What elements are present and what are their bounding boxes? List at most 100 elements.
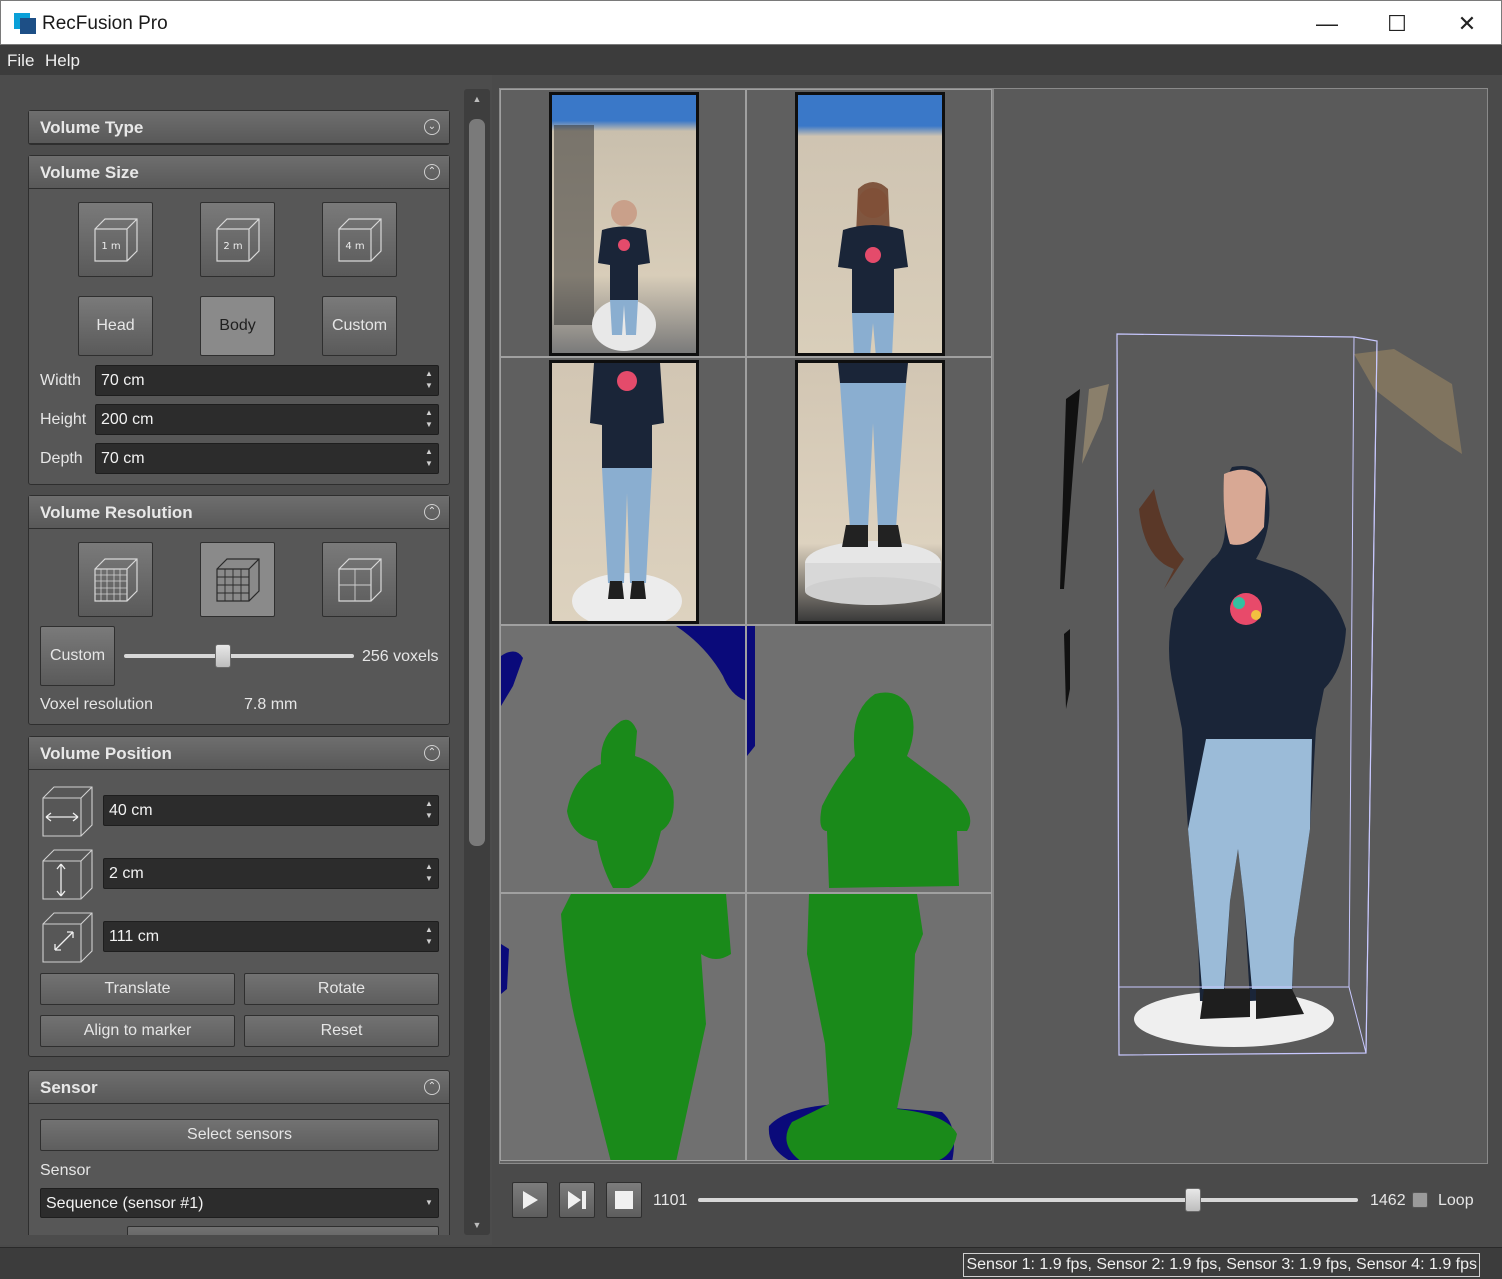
sensor-select-value: Sequence (sensor #1) (46, 1195, 204, 1212)
sensor-fps-status: Sensor 1: 1.9 fps, Sensor 2: 1.9 fps, Se… (963, 1253, 1480, 1277)
height-field[interactable]: 200 cm ▲ ▼ (95, 404, 439, 435)
position-y-value: 2 cm (109, 865, 144, 882)
preset-head-button[interactable]: Head (78, 296, 153, 356)
select-sensors-button[interactable]: Select sensors (40, 1119, 439, 1151)
color-view-sensor-3[interactable] (500, 357, 746, 625)
close-icon[interactable]: ✕ (1432, 1, 1502, 46)
reconstruction-scene (1060, 333, 1462, 1056)
width-label: Width (40, 372, 81, 389)
spin-arrows-icon[interactable]: ▲ ▼ (424, 861, 434, 885)
collapse-up-icon[interactable]: ⌃ (424, 1079, 440, 1095)
collapse-up-icon[interactable]: ⌃ (424, 164, 440, 180)
position-z-field[interactable]: 111 cm ▲ ▼ (103, 921, 439, 952)
stop-icon (615, 1191, 633, 1209)
color-view-sensor-4[interactable] (746, 357, 992, 625)
minimize-icon[interactable]: — (1292, 1, 1362, 46)
resolution-fine-button[interactable] (78, 542, 153, 617)
spin-arrows-icon[interactable]: ▲ ▼ (424, 368, 434, 392)
grid-medium-icon (215, 557, 260, 602)
resolution-medium-button[interactable] (200, 542, 275, 617)
group-title: Volume Position (40, 744, 172, 763)
depth-field[interactable]: 70 cm ▲ ▼ (95, 443, 439, 474)
preset-custom-button[interactable]: Custom (322, 296, 397, 356)
position-y-field[interactable]: 2 cm ▲ ▼ (103, 858, 439, 889)
step-forward-button[interactable] (559, 1182, 595, 1218)
resolution-slider-handle[interactable] (214, 644, 231, 668)
volume-resolution-header[interactable]: Volume Resolution ⌃ (29, 496, 449, 529)
group-title: Volume Resolution (40, 503, 193, 522)
grid-fine-icon (93, 557, 138, 602)
sensor-header[interactable]: Sensor ⌃ (29, 1071, 449, 1104)
loop-checkbox[interactable] (1412, 1192, 1428, 1208)
preset-body-button[interactable]: Body (200, 296, 275, 356)
expand-down-icon[interactable]: ⌄ (424, 119, 440, 135)
sensor-settings-button[interactable] (127, 1226, 439, 1235)
volume-type-header[interactable]: Volume Type ⌄ (29, 111, 449, 144)
cube-4m-icon: 4 m (337, 217, 382, 262)
translate-button[interactable]: Translate (40, 973, 235, 1005)
sensor-select[interactable]: Sequence (sensor #1) ▼ (40, 1188, 439, 1218)
sensor-group: Sensor ⌃ Select sensors Sensor Sequence … (28, 1070, 450, 1235)
chevron-down-icon: ▼ (425, 1198, 433, 1207)
volume-position-header[interactable]: Volume Position ⌃ (29, 737, 449, 770)
volume-resolution-group: Volume Resolution ⌃ Custom 256 voxels Vo… (28, 495, 450, 725)
spin-arrows-icon[interactable]: ▲ ▼ (424, 798, 434, 822)
resolution-coarse-button[interactable] (322, 542, 397, 617)
cube-1m-icon: 1 m (93, 217, 138, 262)
volume-type-group: Volume Type ⌄ (28, 110, 450, 145)
color-view-sensor-1[interactable] (500, 89, 746, 357)
position-z-value: 111 cm (109, 928, 160, 945)
window-title: RecFusion Pro (42, 13, 168, 34)
cube-4m-button[interactable]: 4 m (322, 202, 397, 277)
spin-arrows-icon[interactable]: ▲ ▼ (424, 446, 434, 470)
align-to-marker-button[interactable]: Align to marker (40, 1015, 235, 1047)
resolution-custom-button[interactable]: Custom (40, 626, 115, 686)
stop-button[interactable] (606, 1182, 642, 1218)
scroll-down-icon[interactable]: ▼ (464, 1215, 490, 1235)
status-bar: Sensor 1: 1.9 fps, Sensor 2: 1.9 fps, Se… (0, 1247, 1502, 1279)
maximize-icon[interactable]: ☐ (1362, 1, 1432, 46)
depth-view-sensor-2[interactable] (746, 625, 992, 893)
depth-view-sensor-3[interactable] (500, 893, 746, 1161)
menu-file[interactable]: File (7, 51, 34, 71)
color-view-sensor-2[interactable] (746, 89, 992, 357)
width-field[interactable]: 70 cm ▲ ▼ (95, 365, 439, 396)
current-frame: 1101 (653, 1192, 688, 1209)
app-logo-icon (14, 13, 36, 34)
cube-1m-button[interactable]: 1 m (78, 202, 153, 277)
depth-view-sensor-1[interactable] (500, 625, 746, 893)
position-x-value: 40 cm (109, 802, 153, 819)
end-frame: 1462 (1370, 1192, 1406, 1209)
depth-view-sensor-4[interactable] (746, 893, 992, 1161)
collapse-up-icon[interactable]: ⌃ (424, 745, 440, 761)
position-x-field[interactable]: 40 cm ▲ ▼ (103, 795, 439, 826)
scroll-up-icon[interactable]: ▲ (464, 89, 490, 109)
group-title: Sensor (40, 1078, 98, 1097)
translate-y-icon (42, 849, 93, 900)
play-icon (523, 1191, 538, 1209)
spin-arrows-icon[interactable]: ▲ ▼ (424, 407, 434, 431)
collapse-up-icon[interactable]: ⌃ (424, 504, 440, 520)
resolution-slider[interactable] (124, 654, 354, 658)
depth-label: Depth (40, 450, 83, 467)
group-title: Volume Type (40, 118, 144, 137)
reset-button[interactable]: Reset (244, 1015, 439, 1047)
timeline-slider[interactable] (698, 1198, 1358, 1202)
loop-label: Loop (1438, 1192, 1474, 1209)
menu-help[interactable]: Help (45, 51, 80, 71)
play-button[interactable] (512, 1182, 548, 1218)
voxel-count: 256 voxels (362, 648, 439, 665)
timeline-slider-handle[interactable] (1185, 1188, 1201, 1212)
spin-arrows-icon[interactable]: ▲ ▼ (424, 924, 434, 948)
scrollbar-thumb[interactable] (469, 119, 485, 846)
rotate-button[interactable]: Rotate (244, 973, 439, 1005)
panel-scrollbar[interactable]: ▲ ▼ (464, 89, 490, 1235)
translate-x-icon (42, 786, 93, 837)
menu-bar: File Help (0, 45, 1502, 75)
volume-size-header[interactable]: Volume Size ⌃ (29, 156, 449, 189)
width-value: 70 cm (101, 372, 145, 389)
title-bar: RecFusion Pro — ☐ ✕ (0, 0, 1502, 45)
reconstruction-3d-view[interactable] (993, 88, 1488, 1164)
cube-2m-button[interactable]: 2 m (200, 202, 275, 277)
translate-z-icon (42, 912, 93, 963)
